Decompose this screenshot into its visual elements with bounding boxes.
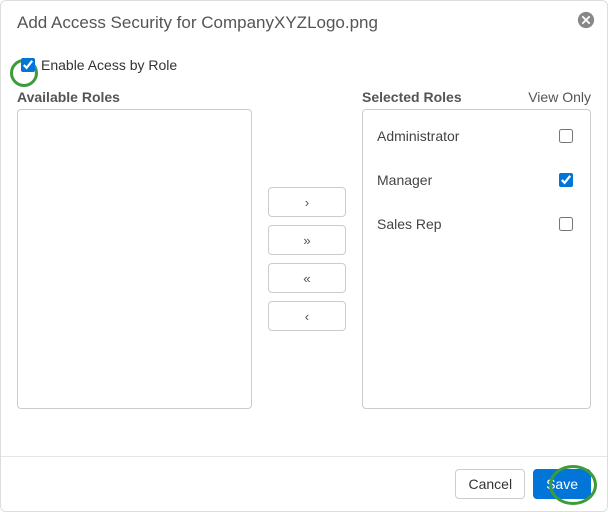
selected-role-row[interactable]: Manager <box>363 158 590 202</box>
selected-role-row[interactable]: Administrator <box>363 114 590 158</box>
selected-roles-header: Selected Roles <box>362 89 462 105</box>
add-one-button[interactable]: › <box>268 187 346 217</box>
chevron-left-icon: ‹ <box>305 309 309 324</box>
transfer-buttons: › » « ‹ <box>264 89 350 331</box>
access-security-dialog: Add Access Security for CompanyXYZLogo.p… <box>0 0 608 512</box>
add-all-button[interactable]: » <box>268 225 346 255</box>
available-roles-list[interactable] <box>17 109 252 409</box>
selected-role-name: Manager <box>377 172 432 188</box>
remove-all-button[interactable]: « <box>268 263 346 293</box>
dialog-footer: Cancel Save <box>1 456 607 511</box>
close-icon[interactable] <box>577 11 595 29</box>
view-only-checkbox[interactable] <box>559 217 573 231</box>
enable-access-checkbox[interactable] <box>21 58 35 72</box>
enable-access-label: Enable Acess by Role <box>41 57 177 73</box>
dialog-body: Enable Acess by Role Available Roles › »… <box>1 45 607 409</box>
selected-role-name: Administrator <box>377 128 459 144</box>
available-roles-column: Available Roles <box>17 89 252 409</box>
double-chevron-left-icon: « <box>303 271 310 286</box>
remove-one-button[interactable]: ‹ <box>268 301 346 331</box>
chevron-right-icon: › <box>305 195 309 210</box>
enable-access-by-role[interactable]: Enable Acess by Role <box>17 55 591 75</box>
view-only-header: View Only <box>528 89 591 105</box>
view-only-checkbox[interactable] <box>559 173 573 187</box>
dialog-header: Add Access Security for CompanyXYZLogo.p… <box>1 1 607 45</box>
dialog-title: Add Access Security for CompanyXYZLogo.p… <box>17 13 378 32</box>
save-button[interactable]: Save <box>533 469 591 499</box>
selected-role-name: Sales Rep <box>377 216 442 232</box>
selected-roles-column: Selected Roles View Only Administrator Ma… <box>362 89 591 409</box>
roles-area: Available Roles › » « ‹ Select <box>17 89 591 409</box>
view-only-checkbox[interactable] <box>559 129 573 143</box>
selected-roles-header-row: Selected Roles View Only <box>362 89 591 105</box>
double-chevron-right-icon: » <box>303 233 310 248</box>
available-roles-header: Available Roles <box>17 89 252 105</box>
selected-roles-list[interactable]: Administrator Manager Sales Rep <box>362 109 591 409</box>
selected-role-row[interactable]: Sales Rep <box>363 202 590 246</box>
cancel-button[interactable]: Cancel <box>455 469 525 499</box>
